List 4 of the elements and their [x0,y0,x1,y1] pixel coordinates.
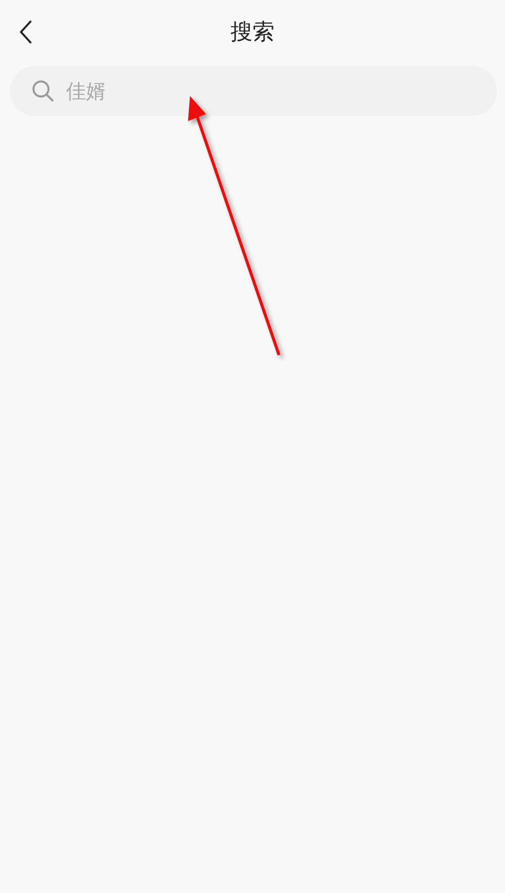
page-title: 搜索 [230,19,276,47]
search-field[interactable]: 佳婿 [10,66,497,116]
search-icon [32,80,54,102]
back-icon [19,19,33,45]
